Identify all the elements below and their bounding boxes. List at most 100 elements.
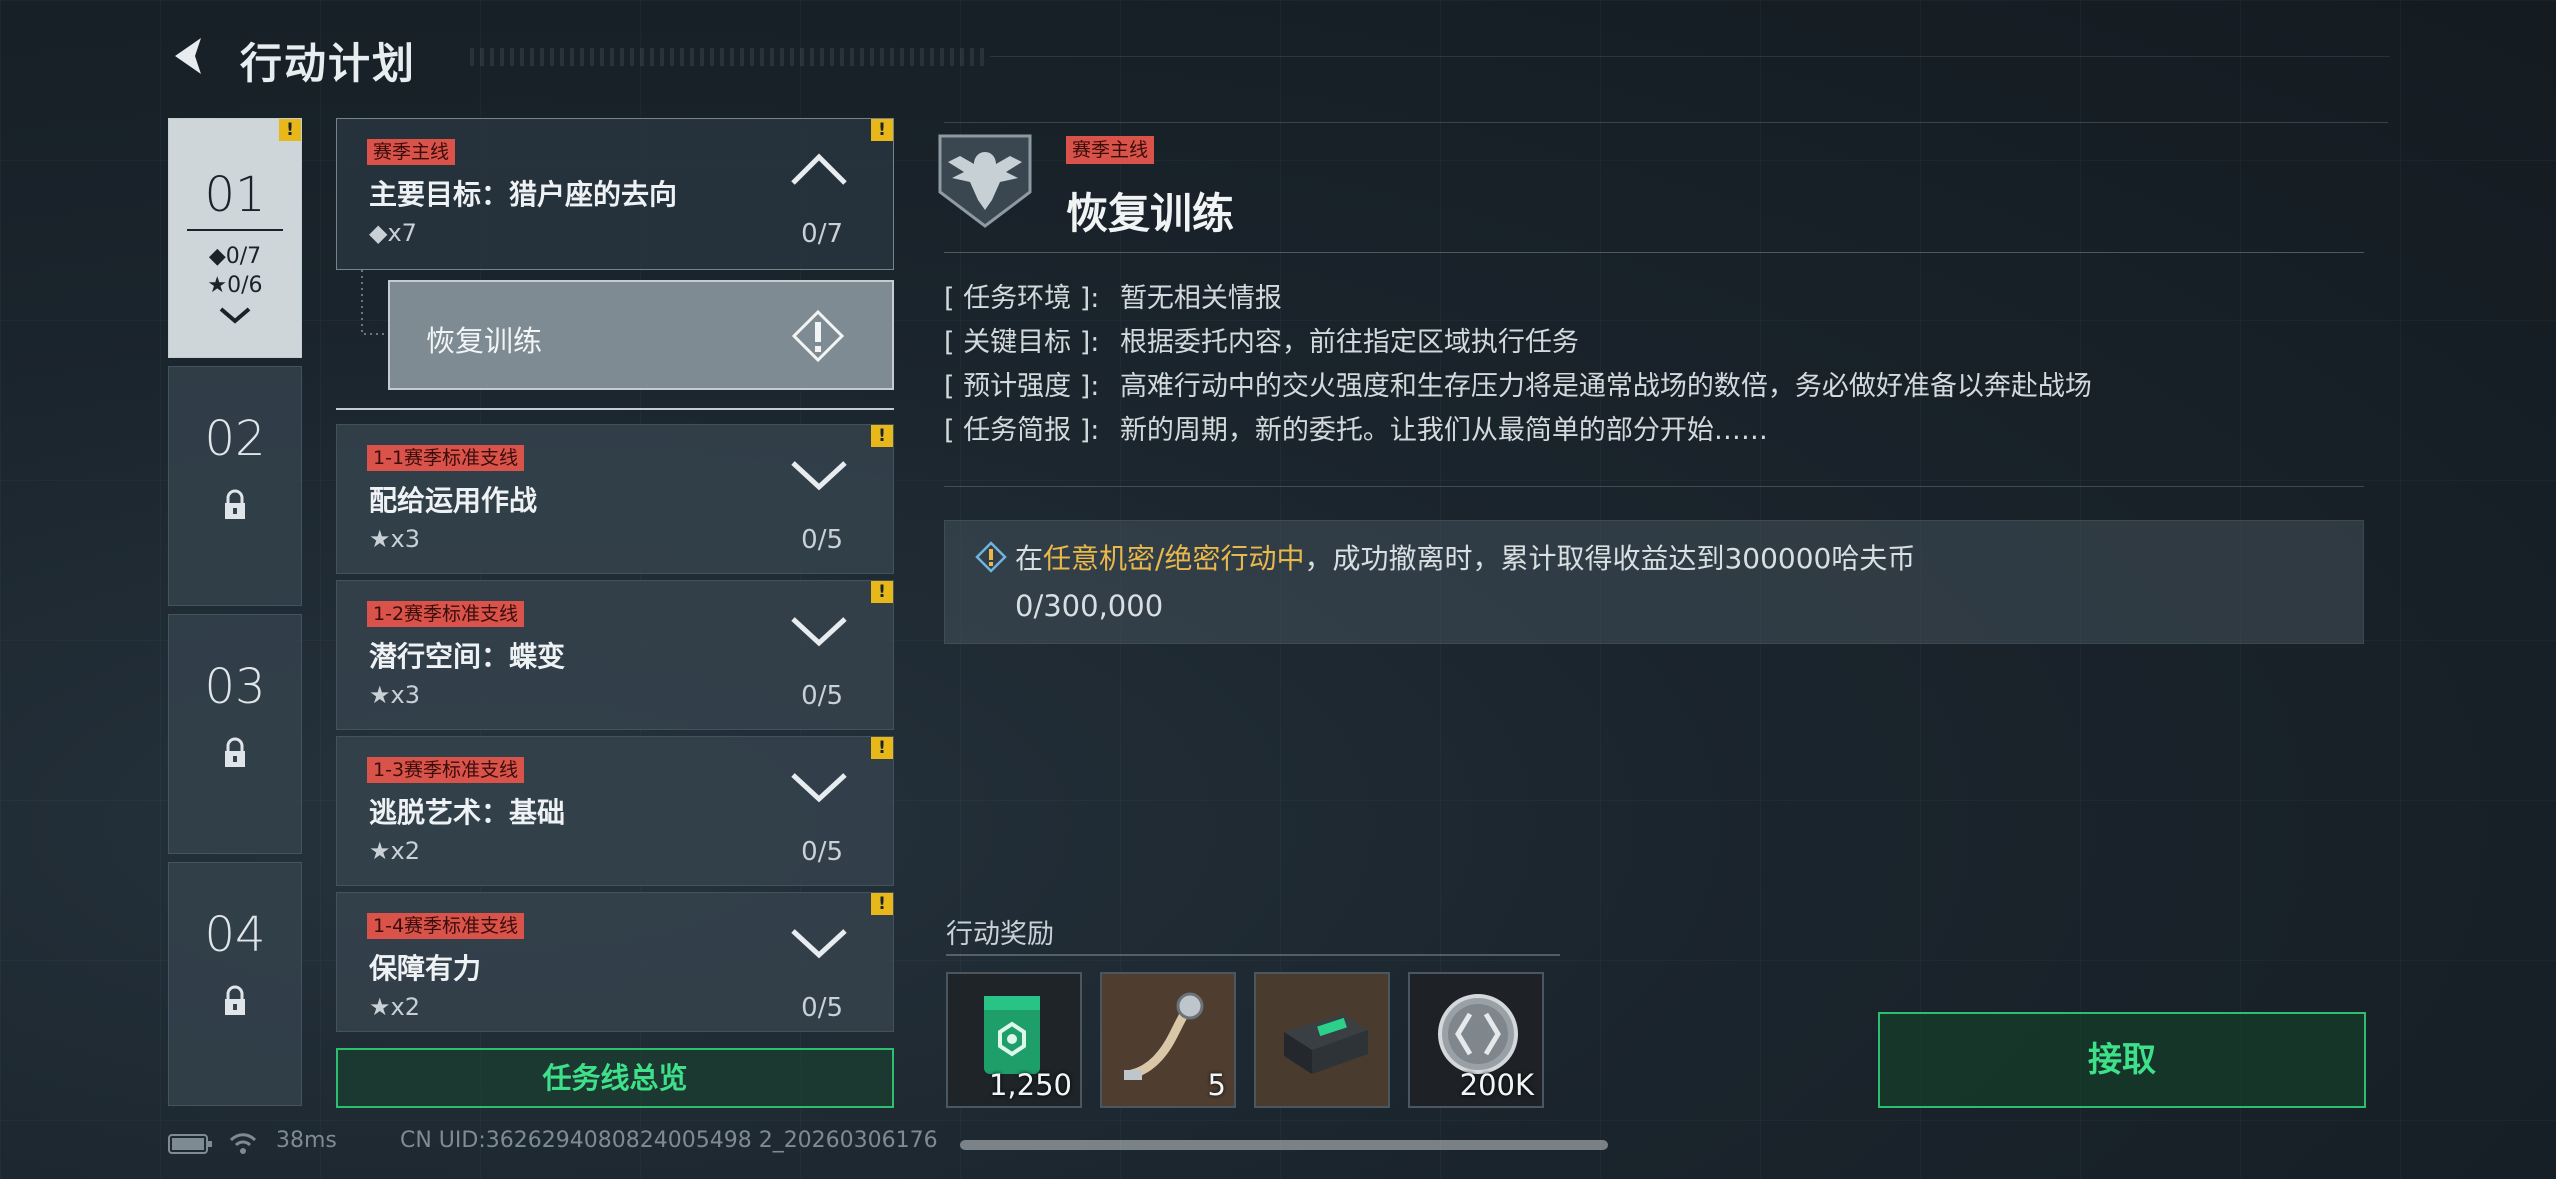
lock-icon — [225, 737, 245, 767]
chapter-diamond-stat: ◆0/7 — [208, 244, 262, 269]
mission-reward: ★x3 — [369, 681, 420, 709]
mission-progress: 0/5 — [801, 525, 843, 555]
info-briefing: [ 任务简报 ]: 新的周期，新的委托。让我们从最简单的部分开始…… — [944, 408, 1768, 447]
mission-progress: 0/5 — [801, 837, 843, 867]
mission-reward: ★x2 — [369, 993, 420, 1021]
chapter-tab-01[interactable]: ! 01 ◆0/7 ★0/6 — [168, 118, 302, 358]
detail-top-divider — [944, 122, 2388, 123]
chevron-up-icon — [791, 153, 847, 185]
mission-tag: 1-4赛季标准支线 — [367, 913, 525, 939]
info-label: [ 任务环境 ]: — [944, 283, 1100, 314]
warning-badge: ! — [871, 737, 893, 759]
chapter-number: 02 — [204, 411, 266, 467]
chapter-star-stat: ★0/6 — [207, 273, 263, 299]
home-indicator[interactable] — [960, 1140, 1608, 1150]
header-decoration — [470, 48, 990, 66]
info-environment: [ 任务环境 ]: 暂无相关情报 — [944, 276, 1282, 315]
detail-tag: 赛季主线 — [1066, 136, 1155, 164]
mission-tag: 1-3赛季标准支线 — [367, 757, 525, 783]
sub-mission-title: 恢复训练 — [426, 324, 543, 358]
mission-title: 潜行空间：蝶变 — [369, 640, 566, 673]
info-key-objective: [ 关键目标 ]: 根据委托内容，前往指定区域执行任务 — [944, 320, 1579, 359]
info-value: 高难行动中的交火强度和生存压力将是通常战场的数倍，务必做好准备以奔赴战场 — [1119, 371, 2092, 402]
detail-title: 恢复训练 — [1066, 189, 1235, 238]
device-box-icon — [1284, 1014, 1368, 1074]
reward-count: 1,250 — [988, 1068, 1072, 1102]
mission-card-branch-1[interactable]: ! 1-1赛季标准支线 配给运用作战 ★x3 0/5 — [336, 424, 894, 574]
chevron-down-icon — [219, 307, 251, 324]
mission-title: 逃脱艺术：基础 — [369, 796, 566, 829]
lock-icon — [225, 985, 245, 1015]
mission-reward: ★x2 — [369, 837, 420, 865]
mission-card-main[interactable]: ! 赛季主线 主要目标：猎户座的去向 ◆x7 0/7 — [336, 118, 894, 270]
mission-reward: ◆x7 — [369, 219, 417, 247]
mission-progress: 0/5 — [801, 681, 843, 711]
battery-icon — [168, 1134, 212, 1154]
objective-box: 在任意机密/绝密行动中，成功撤离时，累计取得收益达到300000哈夫币 0/30… — [944, 520, 2364, 644]
info-label: [ 预计强度 ]: — [944, 371, 1100, 402]
rewards-divider — [946, 954, 1560, 956]
detail-divider — [944, 252, 2364, 253]
chapter-tab-03[interactable]: 03 — [168, 614, 302, 854]
warning-badge: ! — [871, 119, 893, 141]
chevron-down-icon — [791, 617, 847, 647]
mission-tag: 1-1赛季标准支线 — [367, 445, 525, 471]
mission-overview-button[interactable]: 任务线总览 — [336, 1048, 894, 1108]
objective-diamond-icon — [975, 541, 1007, 573]
chapter-tab-02[interactable]: 02 — [168, 366, 302, 606]
info-label: [ 任务简报 ]: — [944, 415, 1100, 446]
chapter-divider — [187, 229, 283, 231]
mission-progress: 0/5 — [801, 993, 843, 1023]
rewards-label: 行动奖励 — [946, 919, 1054, 950]
mission-card-branch-4[interactable]: ! 1-4赛季标准支线 保障有力 ★x2 0/5 — [336, 892, 894, 1032]
chapter-tab-04[interactable]: 04 — [168, 862, 302, 1106]
info-value: 根据委托内容，前往指定区域执行任务 — [1119, 327, 1579, 358]
sub-mission-item[interactable]: 恢复训练 — [388, 280, 894, 390]
mission-reward: ★x3 — [369, 525, 420, 553]
accept-button[interactable]: 接取 — [1878, 1012, 2366, 1108]
lock-icon — [225, 489, 245, 519]
chevron-down-icon — [791, 773, 847, 803]
ping-text: 38ms — [276, 1128, 337, 1153]
warning-badge: ! — [871, 893, 893, 915]
reward-count: 5 — [1207, 1068, 1226, 1102]
reward-slot-1[interactable]: 1,250 — [946, 972, 1082, 1108]
alert-diamond-icon — [791, 309, 845, 363]
mission-progress: 0/7 — [801, 219, 843, 249]
chapter-number: 01 — [204, 167, 266, 223]
tree-connector — [361, 270, 388, 335]
info-value: 新的周期，新的委托。让我们从最简单的部分开始…… — [1119, 415, 1768, 446]
header-divider — [990, 56, 2390, 57]
eagle-emblem-icon — [938, 134, 1032, 228]
reward-slot-3[interactable] — [1254, 972, 1390, 1108]
info-value: 暂无相关情报 — [1119, 283, 1282, 314]
objective-text: 在任意机密/绝密行动中，成功撤离时，累计取得收益达到300000哈夫币 — [1015, 542, 1916, 575]
reward-count: 200K — [1459, 1068, 1534, 1102]
mission-tag: 1-2赛季标准支线 — [367, 601, 525, 627]
chapter-number: 03 — [204, 659, 266, 715]
mission-title: 配给运用作战 — [369, 484, 538, 517]
info-divider — [944, 486, 2364, 487]
warning-badge: ! — [871, 581, 893, 603]
reward-slot-2[interactable]: 5 — [1100, 972, 1236, 1108]
uid-text: CN UID:3626294080824005498 2_20260306176 — [400, 1128, 938, 1153]
back-arrow-icon — [175, 38, 201, 74]
wifi-icon — [229, 1133, 257, 1154]
reward-slot-4[interactable]: 200K — [1408, 972, 1544, 1108]
mission-card-branch-3[interactable]: ! 1-3赛季标准支线 逃脱艺术：基础 ★x2 0/5 — [336, 736, 894, 886]
chevron-down-icon — [791, 929, 847, 959]
objective-highlight: 任意机密/绝密行动中 — [1043, 542, 1305, 575]
chapter-number: 04 — [204, 907, 266, 963]
mission-tag: 赛季主线 — [367, 139, 456, 165]
page-title: 行动计划 — [240, 39, 417, 88]
info-label: [ 关键目标 ]: — [944, 327, 1100, 358]
chevron-down-icon — [791, 461, 847, 491]
mission-card-branch-2[interactable]: ! 1-2赛季标准支线 潜行空间：蝶变 ★x3 0/5 — [336, 580, 894, 730]
mission-title: 保障有力 — [369, 952, 482, 985]
back-button[interactable] — [168, 28, 214, 84]
list-divider — [336, 408, 894, 410]
objective-progress: 0/300,000 — [1015, 589, 1164, 623]
mission-title: 主要目标：猎户座的去向 — [369, 178, 678, 211]
warning-badge: ! — [279, 119, 301, 141]
warning-badge: ! — [871, 425, 893, 447]
